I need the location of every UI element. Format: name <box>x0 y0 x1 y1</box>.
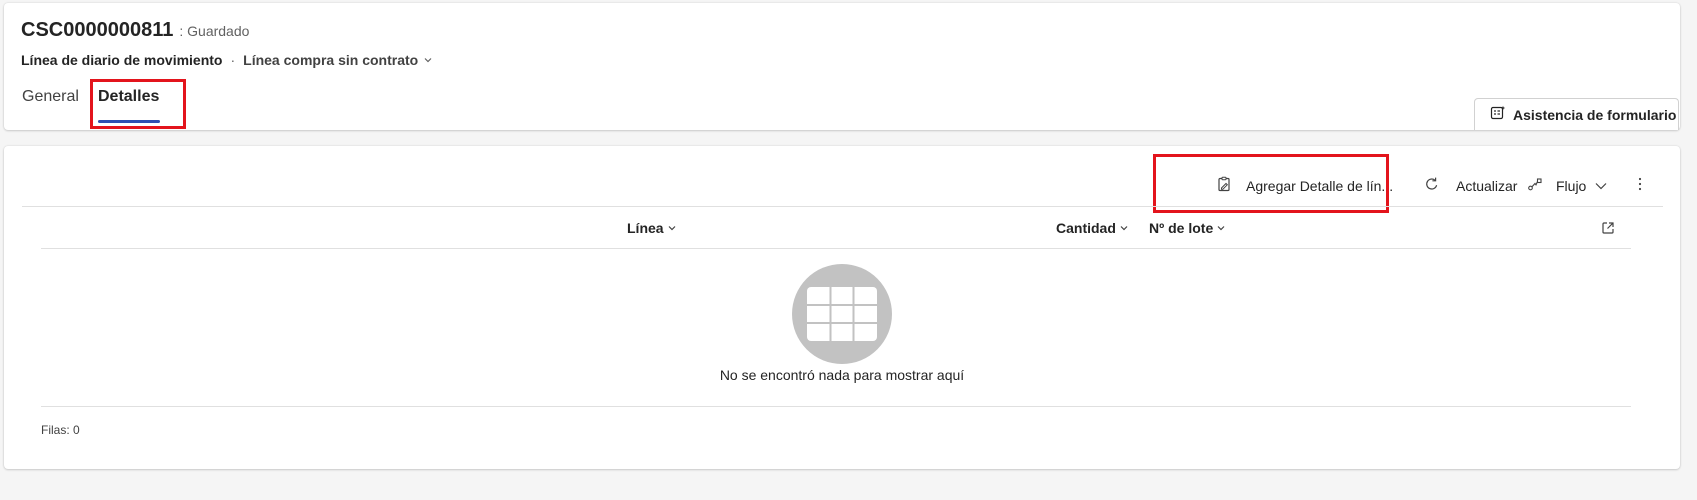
footer-divider <box>41 406 1631 407</box>
flow-icon <box>1527 176 1543 195</box>
popout-button[interactable] <box>1601 221 1615 240</box>
form-selector[interactable]: Línea compra sin contrato <box>243 52 433 68</box>
header-row-divider <box>41 248 1631 249</box>
form-selector-label: Línea compra sin contrato <box>243 52 419 68</box>
tab-general[interactable]: General <box>22 88 79 106</box>
form-assist-icon <box>1490 105 1513 124</box>
chevron-down-icon <box>667 223 677 233</box>
column-header-label: Cantidad <box>1056 220 1116 236</box>
chevron-down-icon <box>423 55 433 65</box>
more-options-icon <box>1632 176 1648 195</box>
record-title: CSC0000000811 <box>21 19 174 41</box>
column-header-label: Línea <box>627 220 664 236</box>
entity-name: Línea de diario de movimiento <box>21 52 223 68</box>
refresh-icon <box>1424 176 1440 195</box>
chevron-down-icon <box>1119 223 1129 233</box>
chevron-down-icon <box>1216 223 1226 233</box>
more-options-button[interactable] <box>1632 176 1648 195</box>
command-bar-divider <box>22 206 1663 207</box>
column-header-label: Nº de lote <box>1149 220 1214 236</box>
highlight-box-add <box>1153 154 1389 213</box>
column-header-linea[interactable]: Línea <box>627 220 677 236</box>
refresh-button[interactable]: Actualizar <box>1408 176 1517 195</box>
saved-status: : Guardado <box>179 23 250 39</box>
popout-icon <box>1601 222 1615 239</box>
title-row: CSC0000000811 : Guardado <box>21 19 249 42</box>
flow-label: Flujo <box>1556 177 1587 194</box>
chevron-down-icon <box>1594 179 1608 193</box>
empty-state-illustration <box>792 264 892 364</box>
row-count: Filas: 0 <box>41 423 80 437</box>
refresh-label: Actualizar <box>1456 177 1518 194</box>
form-assist-button[interactable]: Asistencia de formulario <box>1474 98 1679 130</box>
empty-state-message: No se encontró nada para mostrar aquí <box>719 367 965 383</box>
highlight-box-tab <box>90 79 186 129</box>
column-header-cantidad[interactable]: Cantidad <box>1056 220 1129 236</box>
separator: · <box>230 52 236 68</box>
empty-grid-icon <box>807 287 877 341</box>
flow-button[interactable]: Flujo <box>1527 176 1608 195</box>
column-header-lote[interactable]: Nº de lote <box>1149 220 1226 236</box>
form-assist-label: Asistencia de formulario <box>1513 106 1677 123</box>
subtitle-row: Línea de diario de movimiento · Línea co… <box>21 52 433 68</box>
